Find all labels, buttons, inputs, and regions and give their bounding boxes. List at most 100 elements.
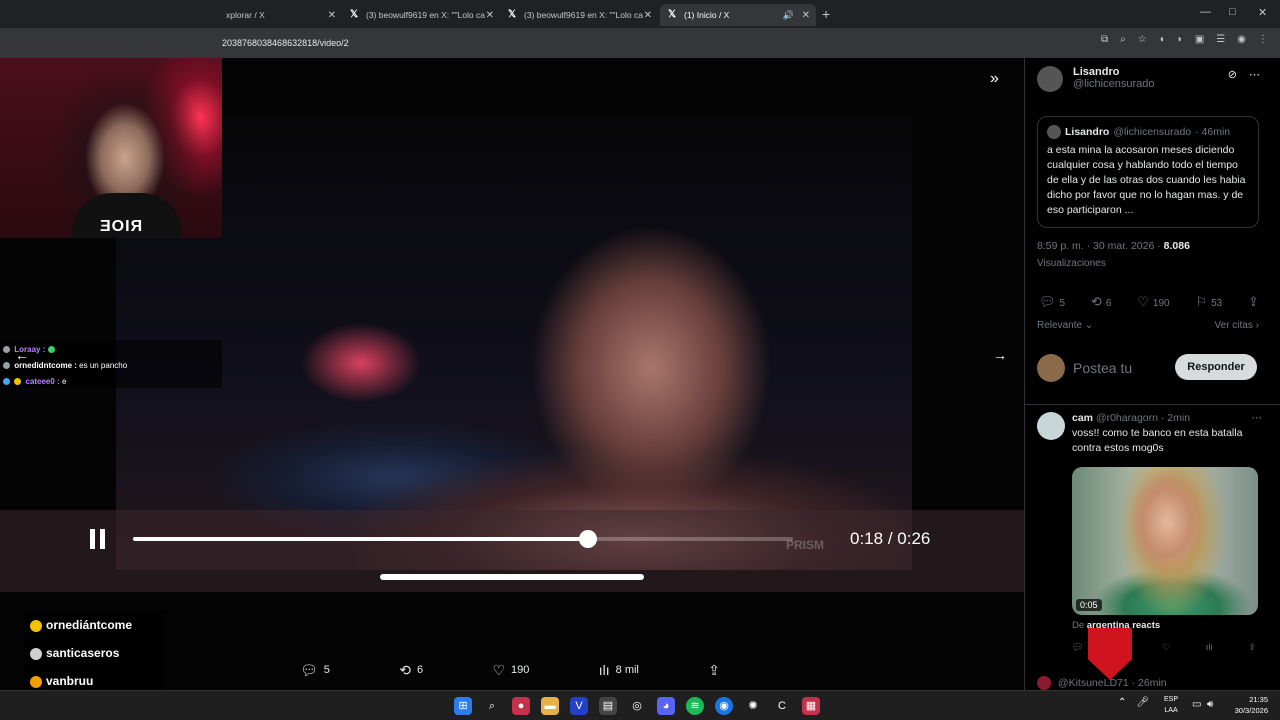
microphone-icon[interactable]: 🎤︎ [1136, 697, 1149, 708]
close-tab-icon[interactable]: ✕ [644, 10, 652, 21]
share-action[interactable]: ⇪ [708, 658, 720, 682]
quoted-post[interactable]: Lisandro @lichicensurado · 46min a esta … [1037, 116, 1259, 228]
sort-dropdown[interactable]: Relevante ⌄ [1037, 320, 1093, 331]
stream-alerts: ornediántcome santicaseros vanbruu [24, 610, 166, 690]
chevron-up-icon[interactable]: ⌃ [1118, 697, 1126, 708]
chat-badge-icon [3, 346, 10, 354]
collapse-sidebar-icon[interactable]: » [990, 70, 999, 88]
views-action[interactable]: ılı 8 mil [599, 658, 639, 682]
chat-line: Loraay : [3, 342, 219, 358]
minimize-button[interactable]: — [1200, 6, 1211, 18]
store-icon[interactable]: ▤ [599, 697, 617, 715]
seek-handle[interactable] [579, 530, 598, 548]
extension-icon[interactable]: ◗ [1177, 34, 1183, 45]
chat-line: ornedidntcome : es un pancho [3, 358, 219, 374]
c-app-icon[interactable]: C [773, 697, 791, 715]
app-icon[interactable]: ✺ [744, 697, 762, 715]
next-media-arrow-icon[interactable]: → [988, 343, 1012, 367]
reply-input[interactable]: Postea tu [1073, 360, 1132, 376]
v-app-icon[interactable]: V [570, 697, 588, 715]
url-field[interactable]: 2038768038468632818/video/2 [222, 32, 1042, 54]
install-icon[interactable]: ⧉ [1101, 34, 1108, 45]
share-icon[interactable]: ⇪ [1248, 642, 1256, 653]
reply-icon: 💬︎ [300, 661, 318, 678]
more-options-icon[interactable]: ⋯ [1252, 412, 1263, 424]
next-reply-header[interactable]: @KitsuneLD71 · 26min [1037, 676, 1167, 690]
share-icon: ⇪ [1248, 294, 1259, 309]
menu-icon[interactable]: ⋮ [1258, 34, 1268, 45]
post-top-icons: ⊘ ⋯ [1228, 68, 1260, 81]
previous-media-arrow-icon[interactable]: ← [10, 343, 34, 367]
clock[interactable]: 21:35 30/3/2026 [1222, 694, 1268, 716]
post-timestamp: 8:59 p. m. · 30 mar. 2026 · 8.086 [1037, 240, 1190, 252]
close-tab-icon[interactable]: ✕ [802, 10, 810, 21]
reply-action[interactable]: 💬︎ 5 [300, 658, 330, 682]
more-options-icon[interactable]: ⋯ [1249, 68, 1260, 81]
discord-icon[interactable]: ◕ [657, 697, 675, 715]
seek-bar[interactable] [133, 530, 793, 548]
close-tab-icon[interactable]: ✕ [486, 10, 494, 21]
input-language[interactable]: ESP LAA [1164, 694, 1178, 716]
views-count-value: 8.086 [1163, 240, 1190, 252]
zoom-icon[interactable]: ⌕ [1120, 34, 1126, 45]
close-tab-icon[interactable]: ✕ [328, 10, 336, 21]
taskbar: ⊞ ⌕ ● ▬ V ▤ ◎ ◕ ≋ ◉ ✺ C ▦ ⌃ 🎤︎ ESP LAA ▭… [0, 690, 1280, 720]
reply-video-thumbnail[interactable]: 0:05 [1072, 467, 1258, 615]
reply-icon[interactable]: 💬︎ [1072, 642, 1083, 653]
bookmarks-stat[interactable]: ⚐ 53 [1195, 294, 1222, 310]
heart-icon[interactable]: ♡ [1162, 642, 1170, 653]
reply-submit-button[interactable]: Responder [1175, 354, 1257, 380]
pause-button[interactable] [90, 529, 106, 549]
clock-time: 21:35 [1249, 695, 1268, 704]
folder-icon[interactable]: ▬ [541, 697, 559, 715]
like-action[interactable]: ♡ 190 [492, 658, 529, 682]
replies-stat[interactable]: 💬︎ 5 [1039, 294, 1065, 310]
speaker-icon[interactable]: 🔊 [783, 10, 794, 21]
spotify-icon[interactable]: ≋ [686, 697, 704, 715]
grok-icon[interactable]: ⊘ [1228, 68, 1237, 81]
post-author[interactable]: Lisandro @lichicensurado [1037, 66, 1155, 92]
author-name[interactable]: Lisandro [1073, 66, 1155, 78]
browser-tab[interactable]: 𝕏 (3) beowulf9619 en X: ""Lolo ca ✕ [500, 4, 658, 26]
reposts-stat[interactable]: ⟲ 6 [1091, 294, 1111, 310]
close-window-button[interactable]: ✕ [1258, 6, 1267, 19]
browser-tab-active[interactable]: 𝕏 (1) Inicio / X 🔊 ✕ [660, 4, 816, 26]
browser-tab[interactable]: xplorar / X ✕ [218, 4, 342, 26]
reply-author-handle[interactable]: @r0haragorn [1096, 412, 1158, 424]
browser-tab[interactable]: 𝕏 (3) beowulf9619 en X: ""Lolo ca ✕ [342, 4, 500, 26]
view-quotes-link[interactable]: Ver citas › [1215, 320, 1259, 331]
alert-name: ornediántcome [46, 618, 133, 632]
chevron-right-icon: › [1255, 320, 1259, 331]
app-icon[interactable]: ▦ [802, 697, 820, 715]
address-bar-row: 2038768038468632818/video/2 ⧉ ⌕ ☆ ◖ ◗ ▣ … [0, 28, 1280, 58]
author-handle[interactable]: @lichicensurado [1073, 78, 1155, 90]
alert-item: ornediántcome [30, 614, 160, 642]
reply-author-name[interactable]: cam [1072, 412, 1093, 424]
likes-stat[interactable]: ♡ 190 [1137, 294, 1169, 310]
likes-count: 190 [1152, 298, 1170, 309]
avatar[interactable] [1037, 66, 1063, 92]
like-count: 190 [511, 664, 530, 676]
share-stat[interactable]: ⇪ [1248, 294, 1263, 310]
avatar[interactable] [1037, 412, 1065, 440]
volume-icon[interactable]: 🔊︎ [1207, 699, 1213, 710]
media-action-bar: 💬︎ 5 ⟲ 6 ♡ 190 ılı 8 mil ⇪ [300, 658, 720, 682]
new-tab-button[interactable]: + [822, 6, 830, 22]
network-icon[interactable]: ▭ [1192, 699, 1201, 710]
chrome-icon[interactable]: ◉ [715, 697, 733, 715]
obs-icon[interactable]: ◎ [628, 697, 646, 715]
quotes-label: Ver citas [1214, 320, 1253, 331]
app-icon[interactable]: ● [512, 697, 530, 715]
chat-badge-icon [3, 378, 10, 386]
playlist-icon[interactable]: ☰ [1216, 34, 1225, 45]
views-chart-icon[interactable]: ılı [1206, 642, 1213, 653]
chat-user: cateee0 : [25, 377, 60, 386]
bookmark-star-icon[interactable]: ☆ [1138, 34, 1147, 45]
start-icon[interactable]: ⊞ [454, 697, 472, 715]
media-icon[interactable]: ◖ [1159, 34, 1165, 45]
search-icon[interactable]: ⌕ [483, 697, 501, 715]
profile-icon[interactable]: ◉ [1237, 34, 1246, 45]
puzzle-icon[interactable]: ▣ [1195, 34, 1204, 45]
maximize-button[interactable]: □ [1229, 6, 1236, 18]
repost-action[interactable]: ⟲ 6 [399, 658, 423, 682]
